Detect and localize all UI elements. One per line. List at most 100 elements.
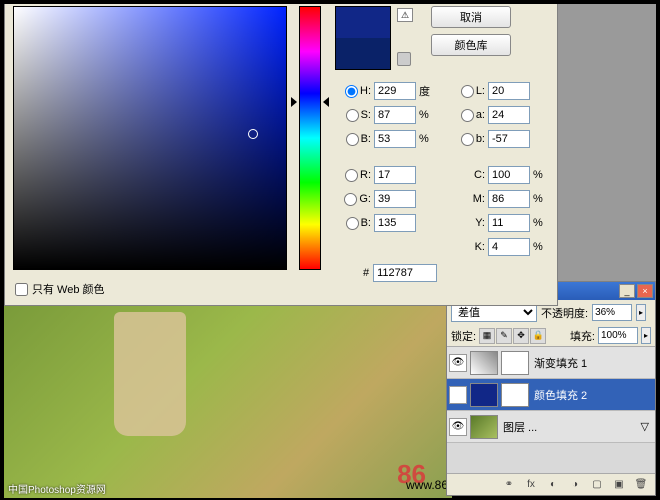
layer-thumbnail[interactable] bbox=[470, 351, 498, 375]
c-label: C: bbox=[449, 169, 485, 181]
unit-label: % bbox=[533, 217, 545, 229]
color-field[interactable] bbox=[13, 6, 287, 270]
visibility-eye-icon[interactable]: 👁 bbox=[449, 386, 467, 404]
folder-icon[interactable]: ▢ bbox=[589, 477, 605, 493]
unit-label: % bbox=[533, 169, 545, 181]
m-label: M: bbox=[449, 193, 485, 205]
lock-position-icon[interactable]: ✥ bbox=[513, 328, 529, 344]
layer-row[interactable]: 👁 图层 ... ▽ bbox=[447, 411, 655, 443]
hue-radio[interactable] bbox=[345, 85, 358, 98]
layer-name[interactable]: 颜色填充 2 bbox=[534, 387, 587, 403]
unit-label: % bbox=[533, 241, 545, 253]
minimize-icon[interactable]: _ bbox=[619, 284, 635, 298]
visibility-eye-icon[interactable]: 👁 bbox=[449, 418, 467, 436]
lab-b-radio-label[interactable]: b: bbox=[449, 133, 485, 146]
l-input[interactable] bbox=[488, 82, 530, 100]
layer-thumbnail[interactable] bbox=[470, 415, 498, 439]
k-input[interactable] bbox=[488, 238, 530, 256]
mask-icon[interactable]: ◐ bbox=[545, 477, 561, 493]
layer-row[interactable]: 👁 渐变填充 1 bbox=[447, 347, 655, 379]
hue-pointer-icon bbox=[323, 97, 329, 107]
color-library-button[interactable]: 颜色库 bbox=[431, 34, 511, 56]
bri-radio-label[interactable]: B: bbox=[335, 133, 371, 146]
opacity-input[interactable] bbox=[592, 304, 632, 321]
r-radio-label[interactable]: R: bbox=[335, 169, 371, 182]
watermark-text: 中国Photoshop资源网 bbox=[8, 481, 106, 496]
visibility-eye-icon[interactable]: 👁 bbox=[449, 354, 467, 372]
gamut-warning-icon[interactable]: ⚠ bbox=[397, 8, 413, 22]
unit-label: % bbox=[419, 109, 431, 121]
b-radio[interactable] bbox=[346, 217, 359, 230]
new-layer-icon[interactable]: ▣ bbox=[611, 477, 627, 493]
fx-icon[interactable]: fx bbox=[523, 477, 539, 493]
k-label: K: bbox=[449, 241, 485, 253]
trash-icon[interactable]: 🗑 bbox=[633, 477, 649, 493]
lab-b-radio[interactable] bbox=[461, 133, 474, 146]
layer-mask-thumbnail[interactable] bbox=[501, 383, 529, 407]
cancel-button[interactable]: 取消 bbox=[431, 6, 511, 28]
a-radio[interactable] bbox=[461, 109, 474, 122]
a-radio-label[interactable]: a: bbox=[449, 109, 485, 122]
g-input[interactable] bbox=[374, 190, 416, 208]
l-radio-label[interactable]: L: bbox=[449, 85, 485, 98]
hue-pointer-icon bbox=[291, 97, 297, 107]
c-input[interactable] bbox=[488, 166, 530, 184]
current-color-swatch[interactable] bbox=[336, 38, 390, 69]
lock-all-icon[interactable]: 🔒 bbox=[530, 328, 546, 344]
close-icon[interactable]: × bbox=[637, 284, 653, 298]
lock-pixels-icon[interactable]: ✎ bbox=[496, 328, 512, 344]
hue-slider[interactable] bbox=[299, 6, 321, 270]
b-input[interactable] bbox=[374, 214, 416, 232]
r-radio[interactable] bbox=[345, 169, 358, 182]
color-picker-dialog: ⚠ 取消 颜色库 H: 度 bbox=[4, 4, 558, 306]
cube-icon[interactable] bbox=[397, 52, 411, 66]
panel-footer: ⚭ fx ◐ ◑ ▢ ▣ 🗑 bbox=[447, 473, 655, 495]
layer-thumbnail[interactable] bbox=[470, 383, 498, 407]
adjustment-icon[interactable]: ◑ bbox=[567, 477, 583, 493]
hex-label: # bbox=[363, 267, 369, 279]
lock-transparency-icon[interactable]: ▦ bbox=[479, 328, 495, 344]
hue-radio-label[interactable]: H: bbox=[335, 85, 371, 98]
lab-b-input[interactable] bbox=[488, 130, 530, 148]
layer-list: 👁 渐变填充 1 👁 颜色填充 2 👁 图层 ... ▽ bbox=[447, 347, 655, 473]
layer-name[interactable]: 图层 ... bbox=[503, 419, 537, 435]
new-color-swatch bbox=[336, 7, 390, 38]
b-radio-label[interactable]: B: bbox=[335, 217, 371, 230]
m-input[interactable] bbox=[488, 190, 530, 208]
bri-radio[interactable] bbox=[346, 133, 359, 146]
image-figure bbox=[114, 312, 186, 436]
color-field-cursor bbox=[248, 129, 258, 139]
l-radio[interactable] bbox=[461, 85, 474, 98]
link-layers-icon[interactable]: ⚭ bbox=[501, 477, 517, 493]
lock-label: 锁定: bbox=[451, 328, 476, 344]
unit-label: % bbox=[419, 133, 431, 145]
chevron-right-icon[interactable]: ▸ bbox=[641, 327, 651, 344]
hex-input[interactable] bbox=[373, 264, 437, 282]
web-colors-checkbox-label[interactable]: 只有 Web 颜色 bbox=[15, 281, 105, 297]
fill-input[interactable] bbox=[598, 327, 638, 344]
unit-label: % bbox=[533, 193, 545, 205]
unit-label: 度 bbox=[419, 83, 431, 99]
bri-input[interactable] bbox=[374, 130, 416, 148]
g-radio-label[interactable]: G: bbox=[335, 193, 371, 206]
g-radio[interactable] bbox=[344, 193, 357, 206]
y-input[interactable] bbox=[488, 214, 530, 232]
layer-mask-thumbnail[interactable] bbox=[501, 351, 529, 375]
a-input[interactable] bbox=[488, 106, 530, 124]
canvas-image: 中国Photoshop资源网 86 bbox=[4, 306, 452, 498]
layer-row[interactable]: 👁 颜色填充 2 bbox=[447, 379, 655, 411]
web-colors-checkbox[interactable] bbox=[15, 283, 28, 296]
r-input[interactable] bbox=[374, 166, 416, 184]
fill-label: 填充: bbox=[570, 328, 595, 344]
chevron-right-icon[interactable]: ▸ bbox=[636, 304, 646, 321]
layer-name[interactable]: 渐变填充 1 bbox=[534, 355, 587, 371]
y-label: Y: bbox=[449, 217, 485, 229]
layers-panel: _ × 差值 不透明度: ▸ 锁定: ▦ ✎ ✥ 🔒 填充: ▸ 👁 渐变填充 … bbox=[446, 281, 656, 496]
opacity-label: 不透明度: bbox=[541, 305, 588, 321]
sat-radio[interactable] bbox=[346, 109, 359, 122]
hue-input[interactable] bbox=[374, 82, 416, 100]
sat-input[interactable] bbox=[374, 106, 416, 124]
layer-filter-icon[interactable]: ▽ bbox=[641, 420, 649, 433]
color-swatch bbox=[335, 6, 391, 70]
sat-radio-label[interactable]: S: bbox=[335, 109, 371, 122]
